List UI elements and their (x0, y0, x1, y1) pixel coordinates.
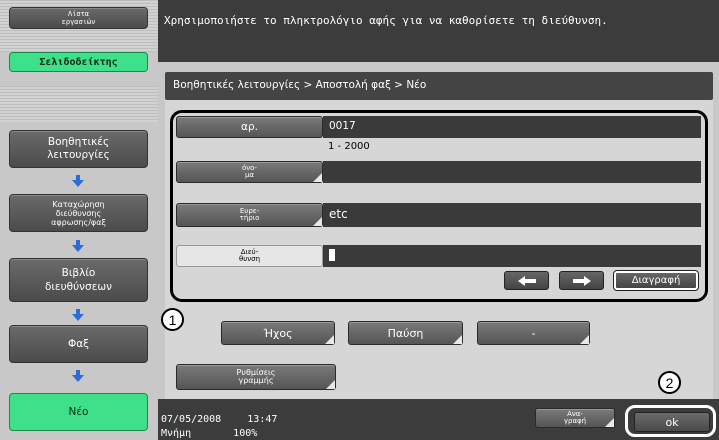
job-list-button[interactable]: Λίστα εργασιών (9, 7, 148, 29)
number-field[interactable]: 0017 (323, 116, 701, 138)
new-button[interactable]: Νέο (9, 393, 148, 431)
form-panel: αρ. 0017 1 - 2000 όνο- μα Ευρε- τήριο et… (161, 100, 713, 399)
callout-2: 2 (658, 371, 681, 394)
footer-bar: 07/05/2008 13:47 Μνήμη 100% Ανα- γραφή o… (158, 399, 719, 440)
cursor-right-button[interactable] (559, 271, 604, 290)
address-label: Διεύ- θυνση (176, 245, 323, 267)
cursor-left-button[interactable] (504, 271, 549, 290)
time: 13:47 (247, 414, 278, 425)
bookmark-button[interactable]: Σελιδοδείκτης (9, 52, 148, 72)
name-field[interactable] (323, 161, 701, 183)
arrow-down-icon (70, 175, 86, 189)
index-button[interactable]: Ευρε- τήριο (176, 203, 323, 227)
sound-button[interactable]: Ήχος (221, 321, 335, 345)
line-settings-button[interactable]: Ρυθμίσεις γραμμής (176, 364, 336, 390)
date: 07/05/2008 (161, 414, 222, 425)
main-area: Βοηθητικές λειτουργίες > Αποστολή φαξ > … (158, 62, 719, 399)
stripe-area (0, 86, 158, 122)
rewrite-button[interactable]: Ανα- γραφή (535, 408, 615, 428)
address-field[interactable] (323, 245, 701, 267)
utility-button[interactable]: Βοηθητικές λειτουργίες (9, 130, 148, 168)
fax-button[interactable]: Φαξ (9, 325, 148, 363)
delete-button[interactable]: Διαγραφή (613, 270, 699, 291)
address-form-frame: αρ. 0017 1 - 2000 όνο- μα Ευρε- τήριο et… (170, 110, 708, 302)
memory-status: Μνήμη 100% (161, 428, 258, 439)
text-cursor (329, 249, 335, 261)
arrow-down-icon (70, 309, 86, 323)
index-field[interactable]: etc (323, 203, 701, 227)
callout-1: 1 (161, 308, 184, 331)
name-button[interactable]: όνο- μα (176, 161, 323, 183)
arrow-down-icon (70, 240, 86, 254)
number-range: 1 - 2000 (328, 141, 370, 152)
left-panel: Λίστα εργασιών Σελιδοδείκτης Βοηθητικές … (0, 0, 158, 440)
datetime: 07/05/2008 13:47 (161, 414, 277, 425)
arrow-right-icon (572, 275, 591, 286)
arrow-left-icon (517, 275, 536, 286)
address-book-button[interactable]: Βιβλίο διευθύνσεων (9, 258, 148, 302)
pause-button[interactable]: Παύση (348, 321, 463, 345)
address-registration-button[interactable]: Καταχώρηση διεύθυνσης αφρωσης/φαξ (9, 194, 148, 232)
message-bar: Χρησιμοποιήστε το πληκτρολόγιο αφής για … (158, 0, 719, 62)
number-label-button[interactable]: αρ. (176, 116, 323, 138)
ok-highlight: ok (625, 405, 716, 437)
instruction-text: Χρησιμοποιήστε το πληκτρολόγιο αφής για … (164, 14, 608, 27)
breadcrumb: Βοηθητικές λειτουργίες > Αποστολή φαξ > … (165, 72, 713, 100)
dash-button[interactable]: - (477, 321, 590, 345)
arrow-down-icon (70, 370, 86, 384)
ok-button[interactable]: ok (634, 412, 710, 432)
